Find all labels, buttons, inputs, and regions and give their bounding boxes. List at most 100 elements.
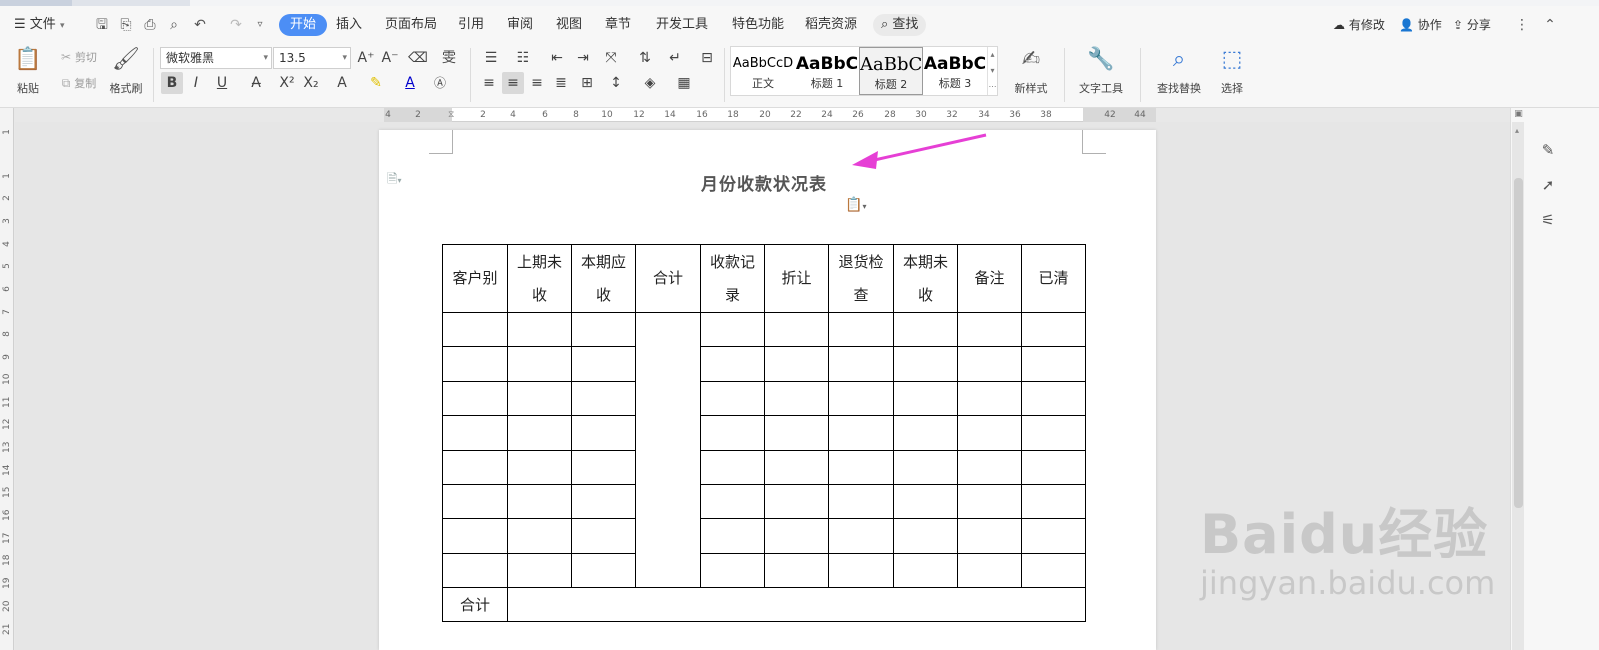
char-border-icon[interactable]: Ⓐ bbox=[430, 72, 450, 94]
table-cell[interactable] bbox=[828, 346, 894, 382]
undo-icon[interactable]: ↶ bbox=[190, 14, 210, 36]
align-center-icon[interactable]: ≡ bbox=[502, 72, 524, 94]
table-cell[interactable] bbox=[442, 311, 508, 348]
redo-icon[interactable]: ↷ bbox=[226, 14, 246, 36]
style-heading-3[interactable]: AaBbC 标题 3 bbox=[923, 47, 987, 95]
table-cell[interactable] bbox=[442, 483, 508, 520]
table-cell[interactable] bbox=[764, 449, 829, 485]
save-icon[interactable]: 🖫 bbox=[92, 14, 112, 36]
header-cell[interactable]: 已清 bbox=[1021, 244, 1086, 313]
table-cell[interactable] bbox=[571, 415, 636, 451]
increase-font-icon[interactable]: A⁺ bbox=[356, 47, 376, 69]
tab-page-layout[interactable]: 页面布局 bbox=[385, 14, 437, 36]
format-painter-button[interactable]: 🖌 格式刷 bbox=[106, 46, 146, 96]
style-normal[interactable]: AaBbCcD 正文 bbox=[731, 47, 795, 95]
table-cell[interactable] bbox=[507, 449, 572, 485]
search-button[interactable]: ⌕ 查找 bbox=[873, 14, 927, 36]
table-cell[interactable] bbox=[507, 415, 572, 451]
table-cell[interactable] bbox=[764, 415, 829, 451]
align-right-icon[interactable]: ≡ bbox=[526, 72, 548, 94]
table-cell[interactable] bbox=[442, 552, 508, 589]
table-cell[interactable] bbox=[893, 346, 958, 382]
table-cell[interactable] bbox=[507, 346, 572, 382]
table-cell[interactable] bbox=[828, 311, 894, 348]
table-cell[interactable] bbox=[828, 552, 894, 589]
table-cell[interactable] bbox=[957, 311, 1022, 348]
table-cell[interactable] bbox=[828, 518, 894, 554]
table-cell[interactable] bbox=[828, 415, 894, 451]
line-spacing-icon[interactable]: ↕ bbox=[602, 72, 630, 94]
table-cell[interactable] bbox=[1021, 380, 1086, 417]
table-cell[interactable] bbox=[764, 380, 829, 417]
table-cell[interactable] bbox=[957, 415, 1022, 451]
style-gallery-scroll[interactable]: ▴ ▾ ⋯ bbox=[987, 47, 997, 95]
table-cell[interactable] bbox=[507, 518, 572, 554]
paste-options-icon[interactable]: 📋▾ bbox=[845, 197, 866, 213]
header-cell[interactable]: 退货检查 bbox=[828, 244, 894, 313]
cut-button[interactable]: ✂ 剪切 bbox=[56, 46, 102, 68]
decrease-indent-icon[interactable]: ⇤ bbox=[546, 47, 568, 69]
ruler-toggle-icon[interactable]: ⊟ bbox=[696, 47, 718, 69]
table-cell[interactable] bbox=[571, 552, 636, 589]
justify-icon[interactable]: ≣ bbox=[550, 72, 572, 94]
table-cell[interactable] bbox=[893, 483, 958, 520]
table-cell[interactable] bbox=[764, 483, 829, 520]
new-style-button[interactable]: ✍ 新样式 bbox=[1006, 46, 1056, 96]
table-cell[interactable] bbox=[700, 518, 765, 554]
scroll-up-icon[interactable]: ▴ bbox=[1515, 126, 1519, 135]
text-tools-button[interactable]: 🔧 文字工具 bbox=[1072, 46, 1130, 96]
table-cell[interactable] bbox=[700, 552, 765, 589]
bullet-list-icon[interactable]: ☰ bbox=[478, 47, 504, 69]
table-cell[interactable] bbox=[571, 311, 636, 348]
modified-button[interactable]: ☁ 有修改 bbox=[1333, 14, 1385, 36]
underline-button[interactable]: U bbox=[210, 72, 234, 94]
tab-references[interactable]: 引用 bbox=[458, 14, 484, 36]
font-color-icon[interactable]: A bbox=[398, 72, 422, 94]
strikethrough-button[interactable]: A̶ bbox=[244, 72, 268, 94]
tab-review[interactable]: 审阅 bbox=[507, 14, 533, 36]
share-button[interactable]: ⇪ 分享 bbox=[1453, 14, 1491, 36]
table-cell[interactable] bbox=[442, 449, 508, 485]
collab-button[interactable]: 👤 协作 bbox=[1399, 14, 1442, 36]
table-cell[interactable] bbox=[1021, 346, 1086, 382]
table-cell[interactable] bbox=[571, 518, 636, 554]
table-cell[interactable] bbox=[957, 380, 1022, 417]
table-cell[interactable] bbox=[1021, 518, 1086, 554]
decrease-font-icon[interactable]: A⁻ bbox=[380, 47, 400, 69]
paste-button[interactable]: 📋 粘贴 bbox=[8, 46, 48, 96]
table-cell[interactable] bbox=[507, 483, 572, 520]
tab-docer-resources[interactable]: 稻壳资源 bbox=[805, 14, 857, 36]
subscript-button[interactable]: X₂ bbox=[300, 72, 322, 94]
settings-sliders-icon[interactable]: ⚟ bbox=[1538, 210, 1558, 230]
pen-icon[interactable]: ✎ bbox=[1538, 140, 1558, 160]
text-direction-icon[interactable]: ⤧ bbox=[598, 47, 624, 69]
font-name-select[interactable]: 微软雅黑 ▾ bbox=[160, 47, 272, 69]
text-effect-icon[interactable]: A bbox=[330, 72, 354, 94]
table-cell[interactable] bbox=[828, 449, 894, 485]
header-cell[interactable]: 本期应收 bbox=[571, 244, 636, 313]
export-icon[interactable]: ⎘ bbox=[116, 14, 136, 36]
table-cell[interactable] bbox=[764, 552, 829, 589]
indent-marker-icon[interactable]: ⧖ bbox=[448, 108, 454, 122]
header-cell[interactable]: 折让 bbox=[764, 244, 829, 313]
table-cell[interactable] bbox=[893, 415, 958, 451]
tab-chapter[interactable]: 章节 bbox=[605, 14, 631, 36]
table-cell[interactable] bbox=[957, 552, 1022, 589]
highlight-icon[interactable]: ✎ bbox=[364, 72, 388, 94]
table-cell[interactable] bbox=[828, 483, 894, 520]
tab-view[interactable]: 视图 bbox=[556, 14, 582, 36]
table-cell[interactable] bbox=[442, 380, 508, 417]
quick-access-dropdown-icon[interactable]: ▿ bbox=[250, 14, 270, 36]
table-cell[interactable] bbox=[828, 380, 894, 417]
find-replace-button[interactable]: ⌕ 查找替换 bbox=[1150, 46, 1208, 96]
collapse-ribbon-icon[interactable]: ⌃ bbox=[1540, 14, 1560, 36]
table-cell[interactable] bbox=[1021, 311, 1086, 348]
distribute-icon[interactable]: ⊞ bbox=[576, 72, 598, 94]
table-cell[interactable] bbox=[1021, 415, 1086, 451]
header-cell[interactable]: 客户别 bbox=[442, 244, 508, 313]
table-cell[interactable] bbox=[700, 449, 765, 485]
phonetic-guide-icon[interactable]: 雯 bbox=[434, 47, 464, 69]
font-size-select[interactable]: 13.5 ▾ bbox=[273, 47, 351, 69]
sort-icon[interactable]: ⇅ bbox=[634, 47, 656, 69]
bold-button[interactable]: B bbox=[161, 72, 183, 94]
